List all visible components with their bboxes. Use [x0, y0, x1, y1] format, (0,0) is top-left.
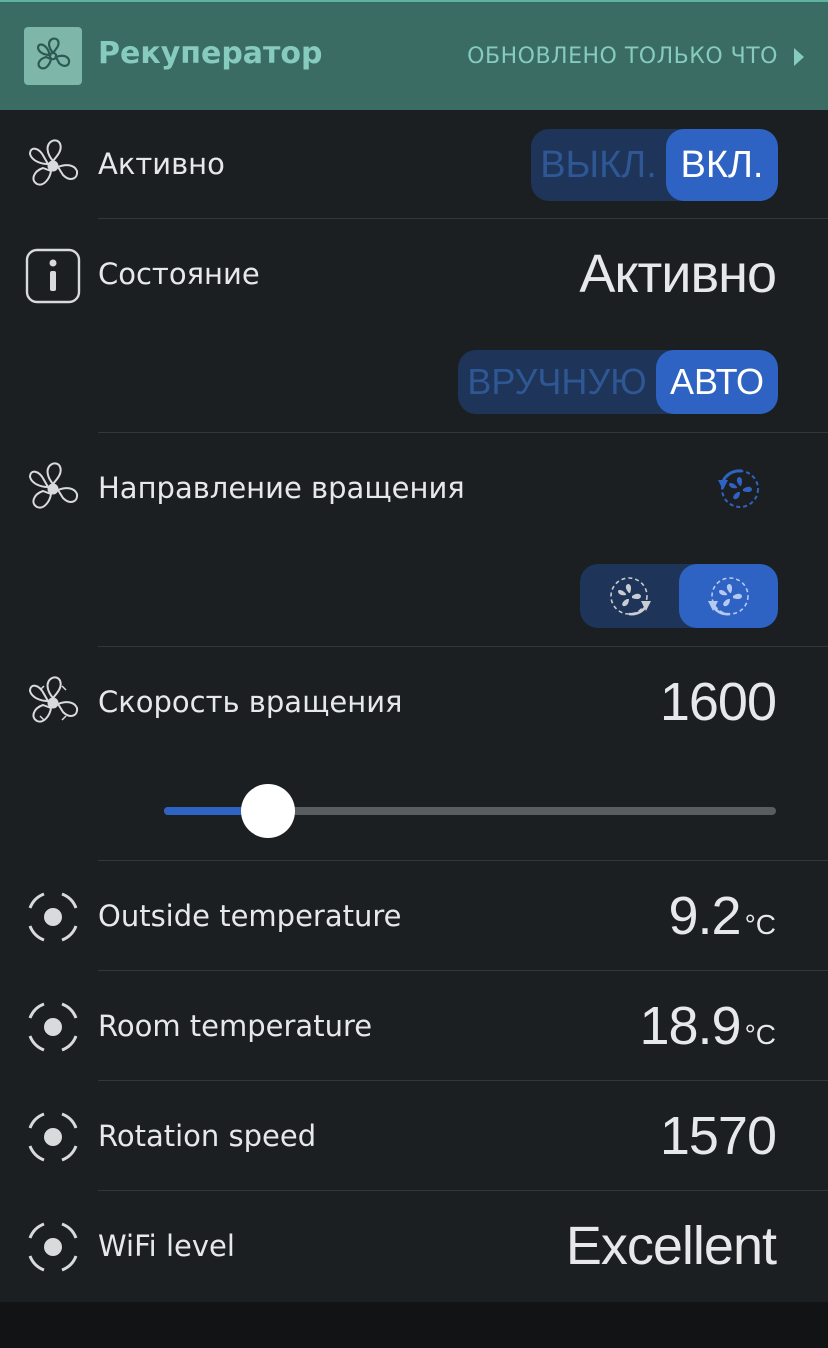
temp-unit: °C	[744, 909, 776, 940]
fan-icon	[28, 462, 79, 509]
fan-icon	[28, 139, 79, 186]
temp-unit: °C	[744, 1019, 776, 1050]
divider	[98, 432, 828, 433]
outside-temp-label: Outside temperature	[98, 899, 402, 933]
speed-label: Скорость вращения	[98, 685, 403, 719]
sensor-icon	[28, 1112, 78, 1162]
device-card: Рекуператор ОБНОВЛЕНО ТОЛЬКО ЧТО Активно…	[0, 0, 828, 1302]
card-header[interactable]: Рекуператор ОБНОВЛЕНО ТОЛЬКО ЧТО	[0, 0, 828, 110]
toggle-on-option[interactable]: ВКЛ.	[666, 129, 778, 201]
divider	[98, 970, 828, 971]
room-temp-label: Room temperature	[98, 1009, 373, 1043]
mode-manual-option[interactable]: ВРУЧНУЮ	[458, 350, 656, 414]
sensor-icon	[28, 1222, 78, 1272]
mode-auto-option[interactable]: АВТО	[656, 350, 778, 414]
state-value: Активно	[579, 244, 777, 304]
sensor-icon	[28, 892, 78, 942]
chevron-right-icon[interactable]	[792, 46, 806, 68]
direction-option-clockwise[interactable]	[580, 564, 679, 628]
divider	[98, 218, 828, 219]
updated-status: ОБНОВЛЕНО ТОЛЬКО ЧТО	[467, 44, 778, 69]
wifi-level-value: Excellent	[565, 1216, 777, 1276]
rotation-speed-label: Rotation speed	[98, 1119, 317, 1153]
wifi-level-label: WiFi level	[98, 1229, 235, 1263]
rotate-clockwise-icon	[609, 577, 651, 616]
direction-toggle[interactable]	[580, 564, 778, 628]
room-temp-value: 18.9 °C	[639, 996, 776, 1056]
rotation-speed-value: 1570	[659, 1106, 777, 1166]
speed-value: 1600	[659, 672, 777, 732]
device-title: Рекуператор	[98, 36, 323, 71]
state-label: Состояние	[98, 257, 260, 291]
info-icon	[25, 248, 81, 304]
direction-option-counterclockwise[interactable]	[679, 564, 778, 628]
rotate-counterclockwise-icon	[718, 469, 759, 508]
divider	[98, 860, 828, 861]
divider	[98, 646, 828, 647]
speed-slider-thumb[interactable]	[241, 784, 296, 838]
power-toggle[interactable]: ВЫКЛ. ВКЛ.	[531, 129, 778, 201]
sensor-icon	[28, 1002, 78, 1052]
fan-icon	[28, 676, 79, 723]
direction-label: Направление вращения	[98, 471, 465, 505]
divider	[98, 1190, 828, 1191]
toggle-off-option[interactable]: ВЫКЛ.	[531, 129, 666, 201]
outside-temp-value: 9.2 °C	[668, 886, 777, 946]
mode-toggle[interactable]: ВРУЧНУЮ АВТО	[458, 350, 778, 414]
active-label: Активно	[98, 147, 225, 181]
fan-icon	[24, 27, 82, 85]
divider	[98, 1080, 828, 1081]
rotate-counterclockwise-icon	[707, 577, 749, 616]
